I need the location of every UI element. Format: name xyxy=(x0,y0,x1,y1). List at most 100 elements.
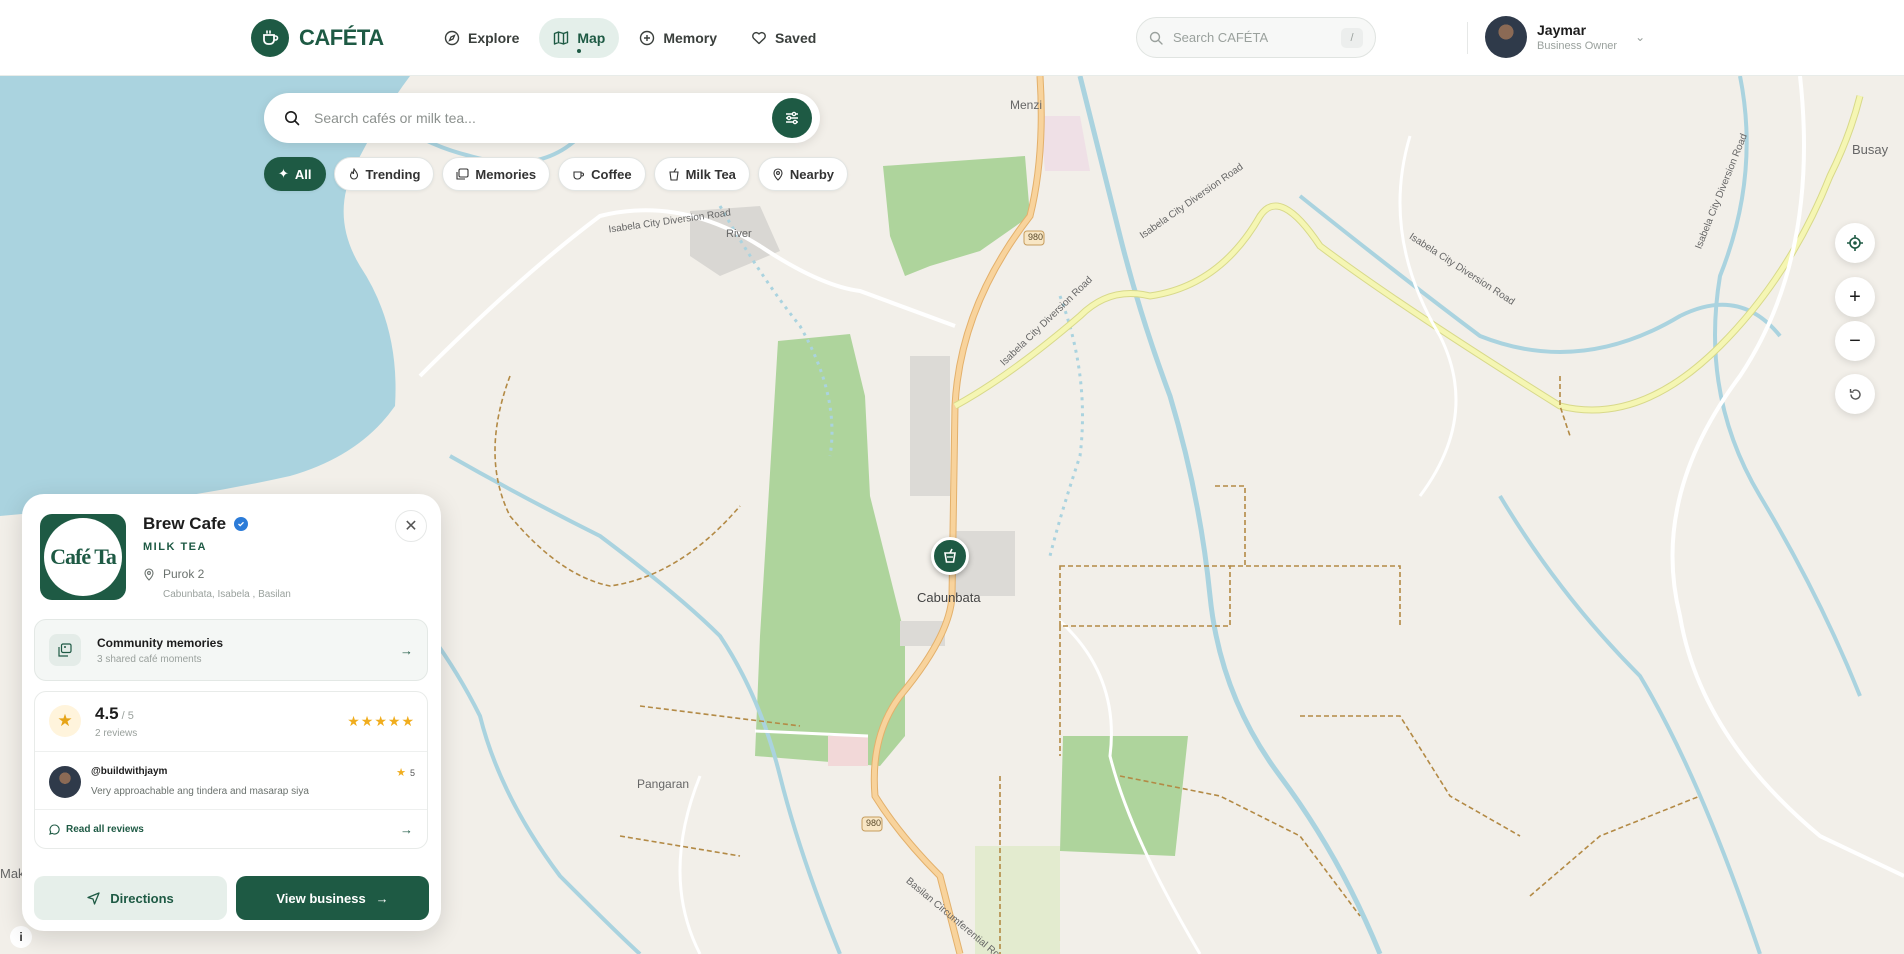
cup-straw-icon xyxy=(944,548,956,563)
business-name: Brew Cafe xyxy=(143,514,227,533)
zoom-out-button[interactable]: − xyxy=(1835,321,1875,361)
compass-icon xyxy=(444,30,460,46)
view-business-label: View business xyxy=(276,890,366,906)
close-icon: ✕ xyxy=(404,518,418,535)
reviews-card: ★ 4.5/ 5 2 reviews ★★★★★ @buildwithjaym … xyxy=(34,691,428,849)
review-text: Very approachable ang tindera and masara… xyxy=(91,786,309,797)
search-icon xyxy=(1149,31,1163,45)
chip-all[interactable]: ✦ All xyxy=(264,157,326,191)
map-label-mak: Mak xyxy=(0,866,25,881)
star-icon: ★ xyxy=(396,767,406,779)
map-search-placeholder: Search cafés or milk tea... xyxy=(314,110,476,126)
business-card: Café Ta Brew Cafe MILK TEA Purok 2 Cabun… xyxy=(22,494,441,931)
close-button[interactable]: ✕ xyxy=(395,510,427,542)
sparkle-icon: ✦ xyxy=(278,166,289,181)
review-score: ★ 5 xyxy=(396,766,415,779)
cafe-map-marker[interactable] xyxy=(931,537,969,575)
main-nav: Explore Map Memory Saved xyxy=(430,18,830,58)
crosshair-icon xyxy=(1847,235,1863,251)
user-info: Jaymar Business Owner xyxy=(1537,22,1617,52)
business-logo-text: Café Ta xyxy=(44,518,122,596)
rating-stars: ★★★★★ xyxy=(347,713,415,729)
community-memories-link[interactable]: Community memories 3 shared café moments… xyxy=(34,619,428,681)
nav-explore-label: Explore xyxy=(468,30,520,46)
filter-chips: ✦ All Trending Memories Coffee Milk Tea … xyxy=(264,157,848,191)
info-icon[interactable]: i xyxy=(10,926,32,948)
rating-max: / 5 xyxy=(121,710,134,722)
chip-milk-tea[interactable]: Milk Tea xyxy=(653,157,750,191)
directions-button[interactable]: Directions xyxy=(34,876,227,920)
brand-name: CAFÉTA xyxy=(299,25,384,50)
coffee-icon xyxy=(573,170,585,180)
review-count: 2 reviews xyxy=(95,728,138,739)
pin-icon xyxy=(144,567,154,581)
images-icon xyxy=(456,167,469,180)
nav-map[interactable]: Map xyxy=(539,18,620,58)
rating-value: 4.5 xyxy=(95,704,119,723)
star-icon: ★ xyxy=(49,705,81,737)
user-role: Business Owner xyxy=(1537,40,1618,52)
chip-coffee[interactable]: Coffee xyxy=(558,157,646,191)
chip-nearby[interactable]: Nearby xyxy=(757,157,848,191)
business-name-row: Brew Cafe xyxy=(143,514,249,534)
nav-saved[interactable]: Saved xyxy=(737,18,830,58)
global-search-input[interactable]: Search CAFÉTA / xyxy=(1136,17,1376,58)
arrow-right-icon: → xyxy=(400,821,413,837)
minus-icon: − xyxy=(1849,329,1861,352)
locate-button[interactable] xyxy=(1835,223,1875,263)
community-memories-sub: 3 shared café moments xyxy=(97,653,202,665)
top-bar: CAFÉTA Explore Map Memory Saved Search C… xyxy=(0,0,1904,76)
user-name: Jaymar xyxy=(1537,22,1587,38)
business-address-line2: Cabunbata, Isabela , Basilan xyxy=(163,589,291,600)
global-search-placeholder: Search CAFÉTA xyxy=(1173,30,1269,45)
reset-view-button[interactable] xyxy=(1835,374,1875,414)
review-score-value: 5 xyxy=(409,767,415,778)
map-label-busay: Busay xyxy=(1852,142,1889,157)
plus-icon: + xyxy=(1849,285,1861,308)
business-address-line1: Purok 2 xyxy=(163,567,205,581)
read-all-reviews-label: Read all reviews xyxy=(66,823,144,835)
user-menu[interactable]: Jaymar Business Owner ⌄ xyxy=(1485,16,1645,58)
view-business-button[interactable]: View business → xyxy=(236,876,429,920)
business-category: MILK TEA xyxy=(143,541,207,553)
read-all-reviews-link[interactable]: Read all reviews → xyxy=(35,810,427,848)
navigation-arrow-icon xyxy=(87,891,100,905)
chat-bubble-icon xyxy=(49,823,60,835)
map-label-cabunbata: Cabunbata xyxy=(917,590,981,605)
directions-label: Directions xyxy=(110,890,174,906)
cup-straw-icon xyxy=(668,167,679,181)
chevron-down-icon: ⌄ xyxy=(1635,30,1646,44)
coffee-cup-icon xyxy=(251,19,289,57)
chip-coffee-label: Coffee xyxy=(591,166,632,182)
plus-circle-icon xyxy=(640,30,655,46)
pin-icon xyxy=(773,167,783,181)
chip-memories-label: Memories xyxy=(475,166,537,182)
map-search-input[interactable]: Search cafés or milk tea... xyxy=(264,93,820,143)
images-icon xyxy=(49,634,81,666)
avatar xyxy=(49,766,81,798)
chip-memories[interactable]: Memories xyxy=(442,157,551,191)
nav-saved-label: Saved xyxy=(775,30,817,46)
brand-logo[interactable]: CAFÉTA xyxy=(251,19,384,57)
chip-nearby-label: Nearby xyxy=(789,166,834,182)
map-label-menzi: Menzi xyxy=(1010,98,1043,112)
rating-value-row: 4.5/ 5 xyxy=(95,704,134,724)
arrow-right-icon: → xyxy=(400,642,413,658)
avatar xyxy=(1485,16,1527,58)
review-user: @buildwithjaym xyxy=(91,766,168,777)
rotate-icon xyxy=(1849,388,1861,400)
chip-milk-tea-label: Milk Tea xyxy=(685,166,736,182)
sliders-icon xyxy=(786,111,798,125)
search-shortcut-key: / xyxy=(1341,27,1363,48)
map-label-pangaran: Pangaran xyxy=(637,777,690,791)
search-icon xyxy=(285,111,300,126)
nav-explore[interactable]: Explore xyxy=(430,18,533,58)
zoom-in-button[interactable]: + xyxy=(1835,277,1875,317)
nav-memory[interactable]: Memory xyxy=(625,18,731,58)
flame-icon xyxy=(349,168,358,180)
chip-trending[interactable]: Trending xyxy=(333,157,435,191)
filter-button[interactable] xyxy=(772,98,812,138)
rating-summary: ★ 4.5/ 5 2 reviews ★★★★★ xyxy=(35,692,427,752)
map-label-river: River xyxy=(726,228,752,240)
heart-icon xyxy=(752,31,766,45)
